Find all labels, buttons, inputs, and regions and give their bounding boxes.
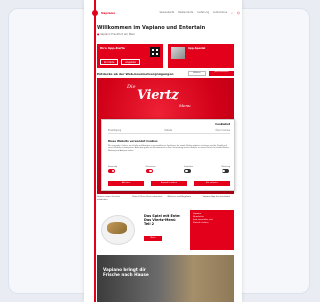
location-text[interactable]: Vapiano Frankfurt am Main bbox=[100, 33, 135, 36]
toggle-group-necessary: Notwendig bbox=[108, 166, 117, 173]
app-special-tile[interactable]: App-Spezial bbox=[168, 44, 234, 68]
cookie-toggles: Notwendig Präferenzen Statistiken Market… bbox=[108, 166, 230, 173]
caption-item[interactable]: Unsere neuen Gerichte entdecken bbox=[97, 196, 128, 201]
logo-text[interactable]: Vapiano bbox=[101, 11, 115, 15]
nav-item-delivery[interactable]: Lieferung bbox=[197, 11, 209, 15]
allow-all-button[interactable]: Alle zulassen bbox=[194, 181, 230, 186]
toggle-preferences[interactable] bbox=[145, 169, 153, 173]
section-select[interactable]: Wählen bbox=[188, 71, 206, 76]
app-card-tile[interactable]: Ihre App-Karte Zur Karte Angebote bbox=[97, 44, 163, 68]
toggle-marketing[interactable] bbox=[221, 169, 229, 173]
toggle-label-marketing: Marketing bbox=[221, 166, 230, 168]
to-card-button[interactable]: Zur Karte bbox=[100, 59, 119, 65]
caption-item[interactable]: Pasta & Pizza frisch zubereitet bbox=[132, 196, 163, 201]
hero-captions: Unsere neuen Gerichte entdecken Pasta & … bbox=[97, 196, 234, 201]
toggle-necessary[interactable] bbox=[108, 169, 115, 173]
toggle-statistics[interactable] bbox=[184, 169, 192, 173]
cookie-heading: Diese Website verwendet Cookies bbox=[108, 140, 158, 143]
cookie-consent-dialog: Cookiebot Einwilligung Details Über Cook… bbox=[101, 119, 235, 191]
hero-pre-text: Die bbox=[127, 84, 136, 90]
hero-sub-text: Menu bbox=[179, 103, 191, 108]
allow-selection-button[interactable]: Auswahl erlauben bbox=[151, 181, 187, 186]
caption-item[interactable]: Vapiano App herunterladen bbox=[203, 196, 234, 201]
offers-button[interactable]: Angebote bbox=[121, 59, 140, 65]
bottom-feature-text: Vapiano bringt dir Frische nach Hause bbox=[103, 267, 149, 277]
cookie-description: Wir verwenden Cookies, um Inhalte und An… bbox=[108, 145, 230, 152]
recipe-image[interactable] bbox=[97, 210, 141, 250]
app-card-buttons: Zur Karte Angebote bbox=[100, 59, 140, 65]
toggle-label-statistics: Statistiken bbox=[184, 166, 194, 168]
user-icon[interactable]: ☺ bbox=[237, 11, 240, 15]
nav-item-vouchers[interactable]: Gutscheine bbox=[213, 11, 227, 15]
search-icon[interactable]: ⌕ bbox=[231, 11, 233, 15]
newsletter-promo[interactable]: Vapiano Newsletter Jetzt anmelden und Vo… bbox=[190, 210, 234, 250]
location-line: ● Vapiano Frankfurt am Main bbox=[97, 33, 135, 36]
tab-about-cookies[interactable]: Über Cookies bbox=[216, 129, 231, 132]
main-nav: Speisekarte Restaurants Lieferung Gutsch… bbox=[159, 11, 240, 15]
caption-item[interactable]: Aktionen und Angebote bbox=[168, 196, 199, 201]
hero-brand-text: Viertz bbox=[137, 88, 179, 103]
reject-button[interactable]: Ablehnen bbox=[108, 181, 144, 186]
bottom-feature-image[interactable]: Vapiano bringt dir Frische nach Hause bbox=[97, 255, 234, 302]
cookiebot-logo: Cookiebot bbox=[215, 123, 230, 126]
order-now-button[interactable]: Jetzt bestellen bbox=[209, 71, 234, 76]
food-image bbox=[107, 222, 127, 234]
tab-details[interactable]: Details bbox=[165, 129, 173, 132]
promo-line: Vorteile sichern bbox=[193, 222, 209, 224]
cookie-tabs: Einwilligung Details Über Cookies bbox=[108, 129, 230, 134]
app-special-title: App-Spezial bbox=[188, 47, 206, 50]
logo-icon[interactable] bbox=[92, 10, 98, 16]
site-header: Vapiano Speisekarte Restaurants Lieferun… bbox=[92, 8, 240, 18]
location-pin-icon: ● bbox=[97, 33, 100, 36]
tab-consent[interactable]: Einwilligung bbox=[108, 129, 121, 132]
app-special-image bbox=[171, 47, 185, 59]
toggle-group-marketing: Marketing bbox=[221, 166, 230, 173]
toggle-label-preferences: Präferenzen bbox=[145, 166, 156, 168]
cookie-buttons: Ablehnen Auswahl erlauben Alle zulassen bbox=[108, 181, 230, 186]
nav-item-restaurants[interactable]: Restaurants bbox=[178, 11, 193, 15]
toggle-label-necessary: Notwendig bbox=[108, 166, 118, 168]
recipe-more-button[interactable]: Mehr bbox=[144, 236, 162, 241]
nav-item-menu[interactable]: Speisekarte bbox=[159, 11, 174, 15]
toggle-group-preferences: Präferenzen bbox=[145, 166, 156, 173]
section-heading: Entdecke ab der Web-Gourmetvergnügungen bbox=[97, 72, 174, 76]
qr-code-icon bbox=[150, 47, 160, 57]
page-accent-bar bbox=[94, 0, 96, 302]
recipe-title: Das Spiel mit Ente: Das Viertz-Menü Teil… bbox=[144, 214, 181, 226]
toggle-group-statistics: Statistiken bbox=[184, 166, 193, 173]
page-title: Willkommen im Vapiano und Entertain bbox=[97, 25, 206, 31]
